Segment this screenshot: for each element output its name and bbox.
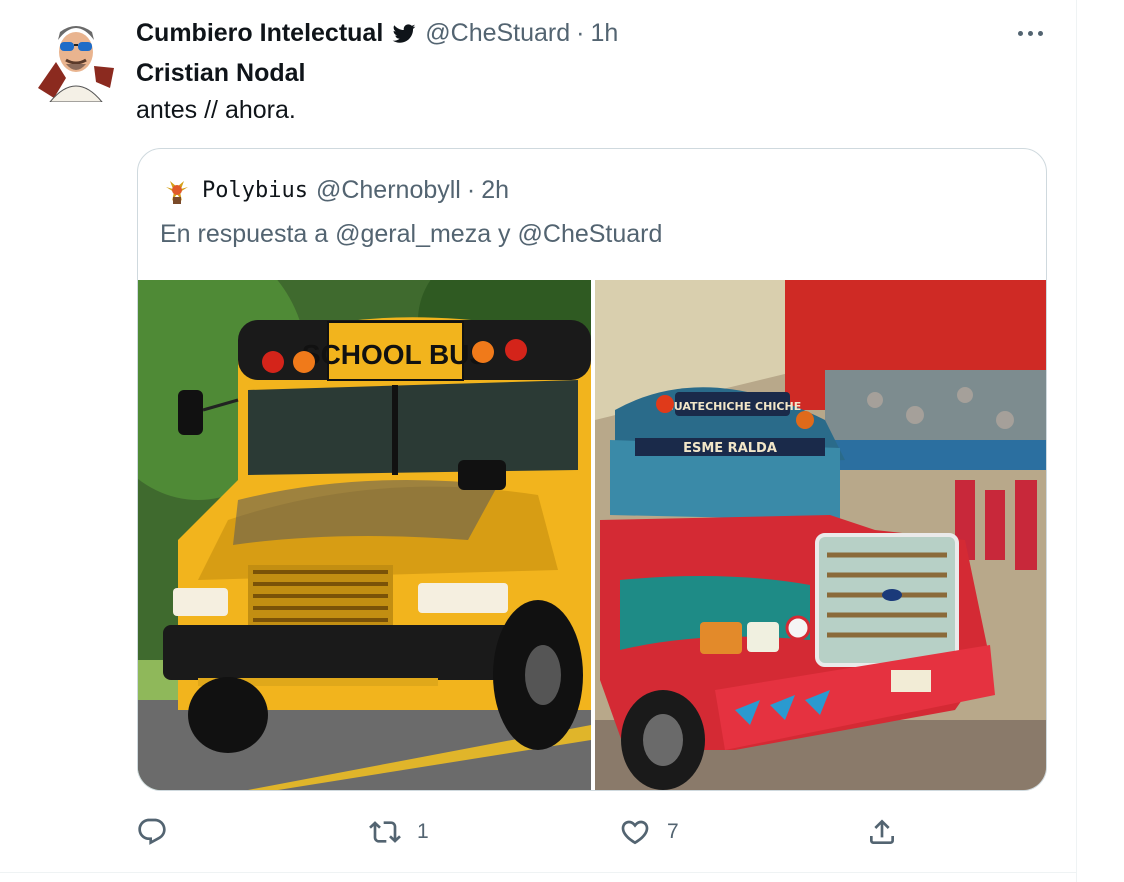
tweet-text-line-2: antes // ahora. (136, 96, 296, 124)
chicken-bus-sign-top: GUATECHICHE CHICHE (665, 400, 801, 413)
tweet-action-bar: 1 7 (0, 812, 1076, 852)
quoted-display-name[interactable]: Polybius (202, 178, 308, 203)
quoted-reply-context: En respuesta a @geral_meza y @CheStuard (160, 220, 663, 248)
like-count: 7 (667, 820, 679, 843)
retweet-button[interactable]: 1 (369, 812, 429, 852)
quoted-tweet-header: Polybius @Chernobyll · 2h (162, 173, 509, 207)
header-separator: · (576, 18, 585, 47)
quoted-author-avatar[interactable] (162, 175, 192, 205)
more-icon[interactable] (1014, 24, 1046, 42)
school-bus-sign: SCHOOL BUS (302, 339, 488, 370)
author-display-name[interactable]: Cumbiero Intelectual (136, 19, 383, 48)
like-button[interactable]: 7 (619, 812, 679, 852)
more-dot (1037, 30, 1043, 36)
chicken-bus-image[interactable]: GUATECHICHE CHICHE ESME RALDA (595, 280, 1046, 790)
reply-button[interactable] (136, 812, 184, 852)
quoted-timestamp[interactable]: 2h (481, 176, 509, 205)
verified-icon (392, 24, 416, 43)
chicken-bus-sign-bottom: ESME RALDA (683, 441, 777, 456)
quoted-header-separator: · (466, 175, 476, 204)
more-dot (1027, 30, 1033, 36)
tweet-header: Cumbiero Intelectual @CheStuard · 1h (136, 16, 618, 50)
school-bus-image[interactable]: SCHOOL BUS (138, 280, 591, 790)
author-avatar[interactable] (36, 18, 116, 103)
timeline-divider (1076, 0, 1077, 882)
retweet-count: 1 (417, 820, 429, 843)
author-handle[interactable]: @CheStuard (425, 19, 570, 48)
more-dot (1017, 30, 1023, 36)
tweet-divider (0, 872, 1076, 873)
like-icon (621, 820, 649, 845)
reply-icon (138, 818, 166, 845)
quoted-tweet[interactable]: Polybius @Chernobyll · 2h En respuesta a… (137, 148, 1047, 791)
share-icon (870, 819, 894, 844)
share-button[interactable] (866, 812, 898, 852)
tweet-text-line-1: Cristian Nodal (136, 59, 306, 87)
retweet-icon (369, 821, 401, 843)
quoted-handle[interactable]: @Chernobyll (316, 176, 461, 205)
tweet-timestamp[interactable]: 1h (591, 19, 619, 48)
